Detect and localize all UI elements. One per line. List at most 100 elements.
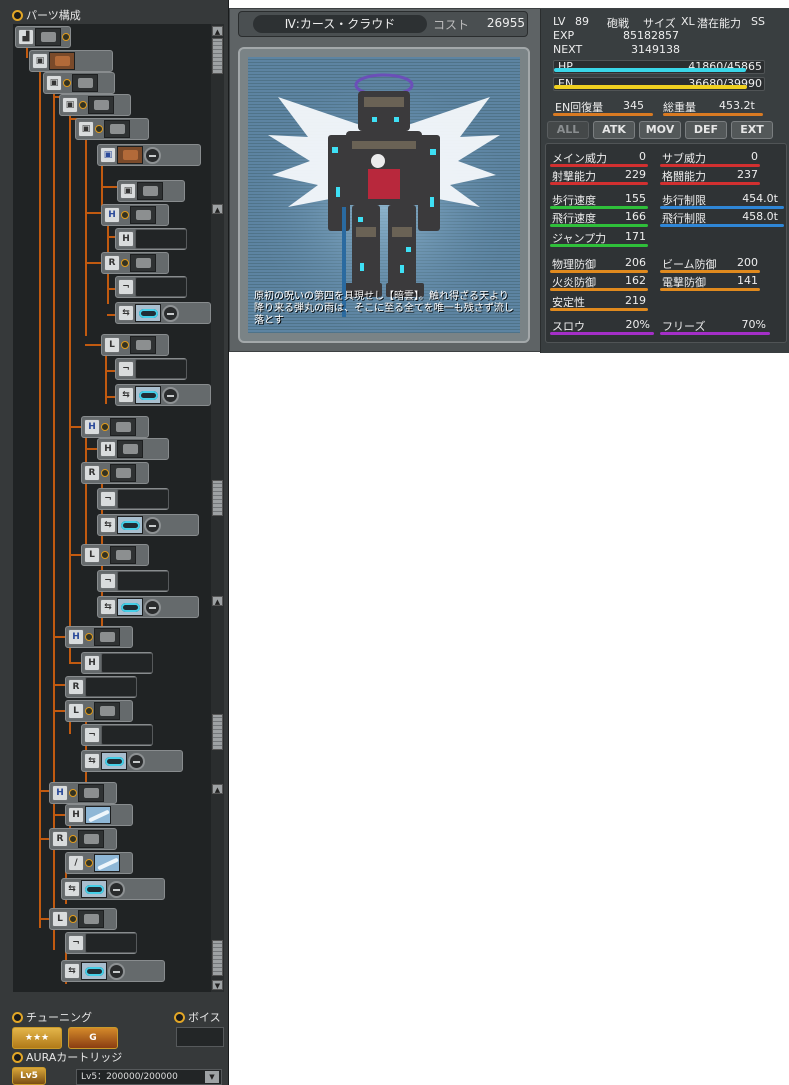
- tuning-rank-badge[interactable]: ★★★: [12, 1027, 62, 1049]
- hp-bar-fill: [554, 68, 746, 72]
- scroll-up-button[interactable]: ▲: [212, 26, 223, 36]
- empty-slot[interactable]: [135, 229, 187, 249]
- aura-cartridge-icon[interactable]: Lv5: [12, 1067, 46, 1085]
- part-node-arm-l[interactable]: H: [81, 416, 149, 438]
- arm-part-icon: [130, 206, 156, 224]
- parts-scrollbar[interactable]: ▲ ▲ ▲ ▲ ▼: [211, 24, 224, 992]
- body-part-icon: [35, 28, 61, 46]
- part-node-weapon-empty[interactable]: ¬: [65, 932, 137, 954]
- remove-button[interactable]: [144, 146, 161, 164]
- part-node-leg[interactable]: L: [81, 544, 149, 566]
- remove-button[interactable]: [144, 516, 161, 534]
- voice-slot[interactable]: [176, 1027, 224, 1047]
- part-node-hand[interactable]: H: [65, 804, 133, 826]
- remove-button[interactable]: [144, 598, 161, 616]
- part-node-weapon[interactable]: /: [65, 852, 133, 874]
- weight-underline: [663, 113, 763, 116]
- part-node-arm-r[interactable]: R: [101, 252, 169, 274]
- slow-value: 20%: [625, 318, 650, 331]
- empty-slot[interactable]: [135, 277, 187, 297]
- part-node-weapon-empty[interactable]: ¬: [81, 724, 153, 746]
- arm-part-icon: [78, 784, 104, 802]
- tuning-label: チューニング: [26, 1011, 92, 1024]
- arm-slot-icon: H: [52, 785, 68, 801]
- part-node-arm-l[interactable]: H: [101, 204, 169, 226]
- scroll-up-button[interactable]: ▲: [212, 784, 223, 794]
- tuning-g-badge[interactable]: G: [68, 1027, 118, 1049]
- part-node-weapon-empty[interactable]: ¬: [97, 570, 169, 592]
- aura-select[interactable]: Lv5：200000/200000 ▼: [76, 1069, 222, 1085]
- en-regen-value: 345: [623, 99, 644, 112]
- empty-slot[interactable]: [117, 571, 169, 591]
- hand-slot-icon: H: [68, 807, 84, 823]
- tab-all[interactable]: ALL: [547, 121, 589, 139]
- tuning-section: チューニング ボイス ★★★ G AURAカートリッジ Lv5 Lv5：2000…: [0, 1007, 229, 1085]
- remove-button[interactable]: [162, 386, 179, 404]
- remove-button[interactable]: [128, 752, 145, 770]
- part-node-hand-empty[interactable]: H: [115, 228, 187, 250]
- part-node-booster[interactable]: ⇆: [61, 960, 165, 982]
- part-node-frame[interactable]: ▣: [43, 72, 115, 94]
- remove-button[interactable]: [108, 962, 125, 980]
- scroll-up-button[interactable]: ▲: [212, 596, 223, 606]
- remove-button[interactable]: [162, 304, 179, 322]
- part-node-weapon-empty[interactable]: ¬: [115, 276, 187, 298]
- voice-label: ボイス: [188, 1011, 221, 1024]
- part-node-leg[interactable]: L: [49, 908, 117, 930]
- part-node-arm-r[interactable]: R: [81, 462, 149, 484]
- sub-power-value: 0: [751, 150, 758, 163]
- part-node-leg[interactable]: L: [65, 700, 133, 722]
- part-node-weapon-empty[interactable]: ¬: [115, 358, 187, 380]
- next-label: NEXT: [553, 43, 583, 56]
- tab-atk[interactable]: ATK: [593, 121, 635, 139]
- scroll-thumb[interactable]: [212, 714, 223, 750]
- tab-ext[interactable]: EXT: [731, 121, 773, 139]
- leg-part-icon: [110, 546, 136, 564]
- mech-description: 原初の呪いの第四を具現せし【暗雲】。触れ得ざる天より降り来る弾丸の雨は、そこに至…: [254, 291, 514, 326]
- exp-label: EXP: [553, 29, 575, 42]
- part-node-body[interactable]: ▟: [15, 26, 71, 48]
- remove-button[interactable]: [108, 880, 125, 898]
- part-node-booster[interactable]: ⇆: [97, 514, 199, 536]
- part-node-hand[interactable]: H: [97, 438, 169, 460]
- scroll-thumb[interactable]: [212, 480, 223, 516]
- part-node-booster[interactable]: ⇆: [115, 302, 211, 324]
- part-node-arm-l[interactable]: H: [49, 782, 117, 804]
- part-node-booster[interactable]: ⇆: [97, 596, 199, 618]
- core-slot-icon: ▣: [78, 121, 94, 137]
- part-node-back[interactable]: ▣: [117, 180, 185, 202]
- gem-icon: [101, 469, 109, 477]
- empty-slot[interactable]: [85, 677, 137, 697]
- part-node-torso[interactable]: ▣: [59, 94, 131, 116]
- en-bar: EN 36680/39990: [553, 77, 765, 91]
- scroll-thumb[interactable]: [212, 38, 223, 74]
- part-node-leg[interactable]: L: [101, 334, 169, 356]
- empty-slot[interactable]: [101, 725, 153, 745]
- empty-slot[interactable]: [135, 359, 187, 379]
- part-node-arm-r[interactable]: R: [49, 828, 117, 850]
- part-node-arm-l[interactable]: H: [65, 626, 133, 648]
- part-node-shoulder[interactable]: ▣: [97, 144, 201, 166]
- weapon-slot-icon: /: [68, 855, 84, 871]
- empty-slot[interactable]: [117, 489, 169, 509]
- part-node-booster[interactable]: ⇆: [61, 878, 165, 900]
- part-node-core[interactable]: ▣: [75, 118, 149, 140]
- part-node-booster[interactable]: ⇆: [115, 384, 211, 406]
- tab-def[interactable]: DEF: [685, 121, 727, 139]
- scroll-up-button[interactable]: ▲: [212, 204, 223, 214]
- part-node-head[interactable]: ▣: [29, 50, 113, 72]
- bullet-icon: [12, 1051, 23, 1063]
- part-node-hand-empty[interactable]: H: [81, 652, 153, 674]
- empty-slot[interactable]: [101, 653, 153, 673]
- part-node-weapon-empty[interactable]: ¬: [97, 488, 169, 510]
- chevron-down-icon[interactable]: ▼: [205, 1071, 219, 1083]
- arm-part-icon: [94, 628, 120, 646]
- part-node-arm-r-empty[interactable]: R: [65, 676, 137, 698]
- scroll-down-button[interactable]: ▼: [212, 980, 223, 990]
- tab-mov[interactable]: MOV: [639, 121, 681, 139]
- aura-level-text: Lv5：200000/200000: [81, 1072, 178, 1082]
- part-node-booster[interactable]: ⇆: [81, 750, 183, 772]
- scroll-thumb[interactable]: [212, 940, 223, 976]
- empty-slot[interactable]: [85, 933, 137, 953]
- freeze-value: 70%: [741, 318, 766, 331]
